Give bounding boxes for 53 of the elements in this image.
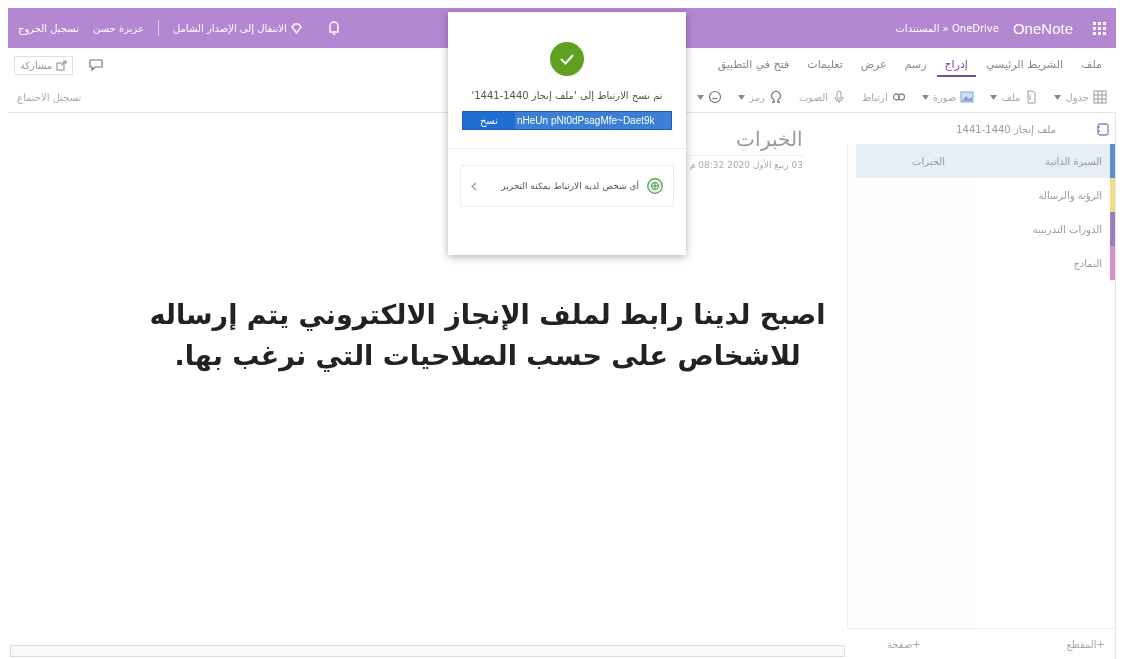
breadcrumb-link[interactable]: OneDrive « المستندات [895,22,999,34]
ribbon-tab[interactable]: ملف [1073,53,1110,77]
section-tab[interactable]: الرؤية والرسالة [975,178,1110,212]
file-icon [1024,90,1039,104]
permission-option[interactable]: أي شخص لديه الارتباط يمكنه التحرير [460,165,674,207]
page-title: الخبرات [735,127,803,151]
confirmation-message: تم نسخ الارتباط إلى 'ملف إنجاز 1440-1441' [471,90,663,101]
section-tab[interactable]: الدورات التدريبية [975,212,1110,246]
ribbon-tool-button[interactable]: جدول [1051,88,1110,106]
caret-icon [990,94,998,100]
page-tab[interactable]: الخبرات [856,144,975,178]
caret-icon [697,94,705,100]
chevron-icon [471,181,477,191]
diamond-icon [290,22,302,34]
comment-icon[interactable] [89,59,104,71]
ribbon-tool-button[interactable]: تسجيل الاجتماع [14,89,85,105]
check-circle-icon [550,42,584,76]
ribbon-tab[interactable]: فتح في التطبيق [709,53,798,77]
table-icon [1093,90,1107,104]
caret-icon [1054,94,1062,100]
notebook-icon[interactable] [1096,123,1109,136]
share-button[interactable]: مشاركة [14,55,74,75]
ribbon-tool-button[interactable]: ملف [987,88,1042,106]
app-launcher-icon[interactable] [1093,21,1106,35]
user-name[interactable]: عزيزة حسن [93,22,144,34]
ribbon-tab[interactable]: رسم [896,53,935,77]
sign-out-link[interactable]: تسجيل الخروج [18,22,79,34]
notebook-title[interactable]: ملف إنجاز 1440-1441 [956,124,1056,135]
picture-icon [960,90,975,104]
caption-text: اصبح لدينا رابط لملف الإنجاز الالكتروني يتم إرساله للاشخاص على حسب الصلاحيات التي نرغب بها. [148,298,827,374]
add-section-link[interactable]: +المقطع [1066,638,1105,650]
caret-icon [738,94,746,100]
bell-icon[interactable] [327,21,340,35]
share-icon [56,59,68,71]
ribbon-tool-button[interactable]: الصوت [795,88,849,106]
app-name: OneNote [1012,19,1073,37]
ribbon-tool-button[interactable]: رمز [735,88,786,106]
ribbon-tab[interactable]: الشريط الرئيسي [977,53,1072,77]
section-tab[interactable]: السيرة الذاتية [975,144,1110,178]
section-tab[interactable]: النماذج [975,246,1110,280]
add-page-link[interactable]: +صفحة [887,638,921,650]
ribbon-tab[interactable]: إدراج [936,53,976,77]
ribbon-tab[interactable]: عرض [852,53,895,77]
ribbon-tool-button[interactable]: ارتباط [859,88,909,106]
ribbon-tab[interactable]: تعليمات [799,53,851,77]
globe-icon [647,178,663,194]
ribbon-tool-button[interactable]: صورة [918,88,978,106]
microphone-icon [832,90,846,104]
horizontal-scrollbar[interactable] [10,645,845,657]
caret-icon [921,94,929,100]
upgrade-link[interactable]: الانتقال إلى الإصدار الشامل [172,22,302,34]
link-icon [891,90,906,104]
omega-icon [768,90,783,104]
